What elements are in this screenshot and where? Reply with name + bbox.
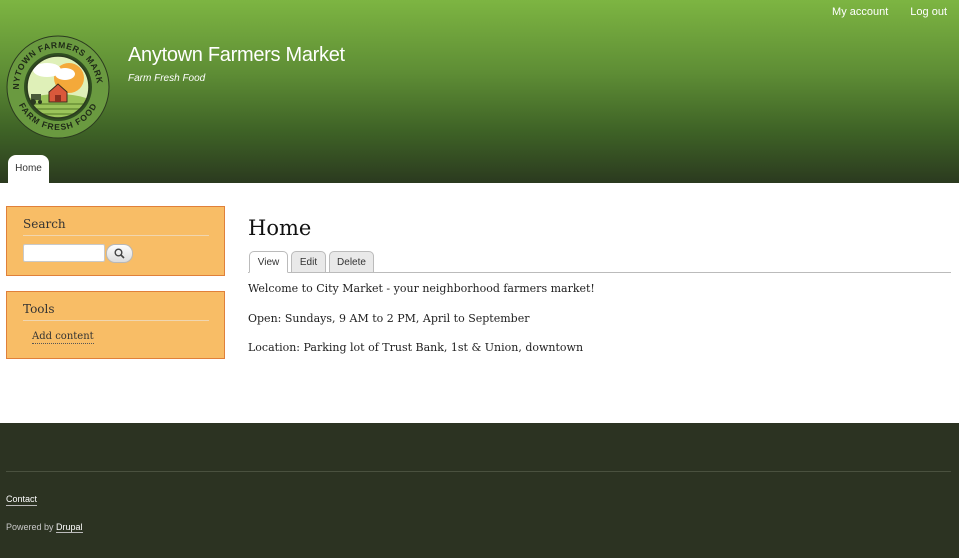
my-account-link[interactable]: My account xyxy=(832,6,888,18)
search-block: Search xyxy=(6,206,225,276)
site-slogan: Farm Fresh Food xyxy=(128,73,206,84)
powered-by-prefix: Powered by xyxy=(6,522,57,532)
page-title: Home xyxy=(248,216,312,240)
drupal-link[interactable]: Drupal xyxy=(56,522,83,533)
main-menu-home-tab[interactable]: Home xyxy=(8,155,49,183)
content-paragraph-welcome: Welcome to City Market - your neighborho… xyxy=(248,282,595,295)
search-input[interactable] xyxy=(23,244,105,262)
tab-edit[interactable]: Edit xyxy=(291,251,326,273)
add-content-link[interactable]: Add content xyxy=(32,331,94,344)
search-button[interactable] xyxy=(106,244,133,263)
contact-link[interactable]: Contact xyxy=(6,494,38,506)
log-out-link[interactable]: Log out xyxy=(910,6,947,18)
secondary-menu: My account Log out xyxy=(832,6,947,18)
site-footer: Contact Powered by Drupal xyxy=(0,423,959,558)
site-logo[interactable]: ANYTOWN FARMERS MARKET FARM FRESH FOOD xyxy=(2,26,111,140)
tools-block: Tools Add content xyxy=(6,291,225,359)
tools-block-title: Tools xyxy=(23,302,209,321)
tab-view[interactable]: View xyxy=(249,251,288,273)
footer-divider xyxy=(6,471,951,472)
magnifier-icon xyxy=(114,248,125,259)
farmers-market-logo-icon: ANYTOWN FARMERS MARKET FARM FRESH FOOD xyxy=(2,26,110,139)
site-name[interactable]: Anytown Farmers Market xyxy=(128,44,345,67)
powered-by-text: Powered by Drupal xyxy=(6,522,83,533)
tab-delete[interactable]: Delete xyxy=(329,251,374,273)
content-paragraph-hours: Open: Sundays, 9 AM to 2 PM, April to Se… xyxy=(248,312,530,325)
content-paragraph-location: Location: Parking lot of Trust Bank, 1st… xyxy=(248,341,584,354)
search-block-title: Search xyxy=(23,217,209,236)
site-header: My account Log out ANYTOWN FARMERS MARKE… xyxy=(0,0,959,183)
